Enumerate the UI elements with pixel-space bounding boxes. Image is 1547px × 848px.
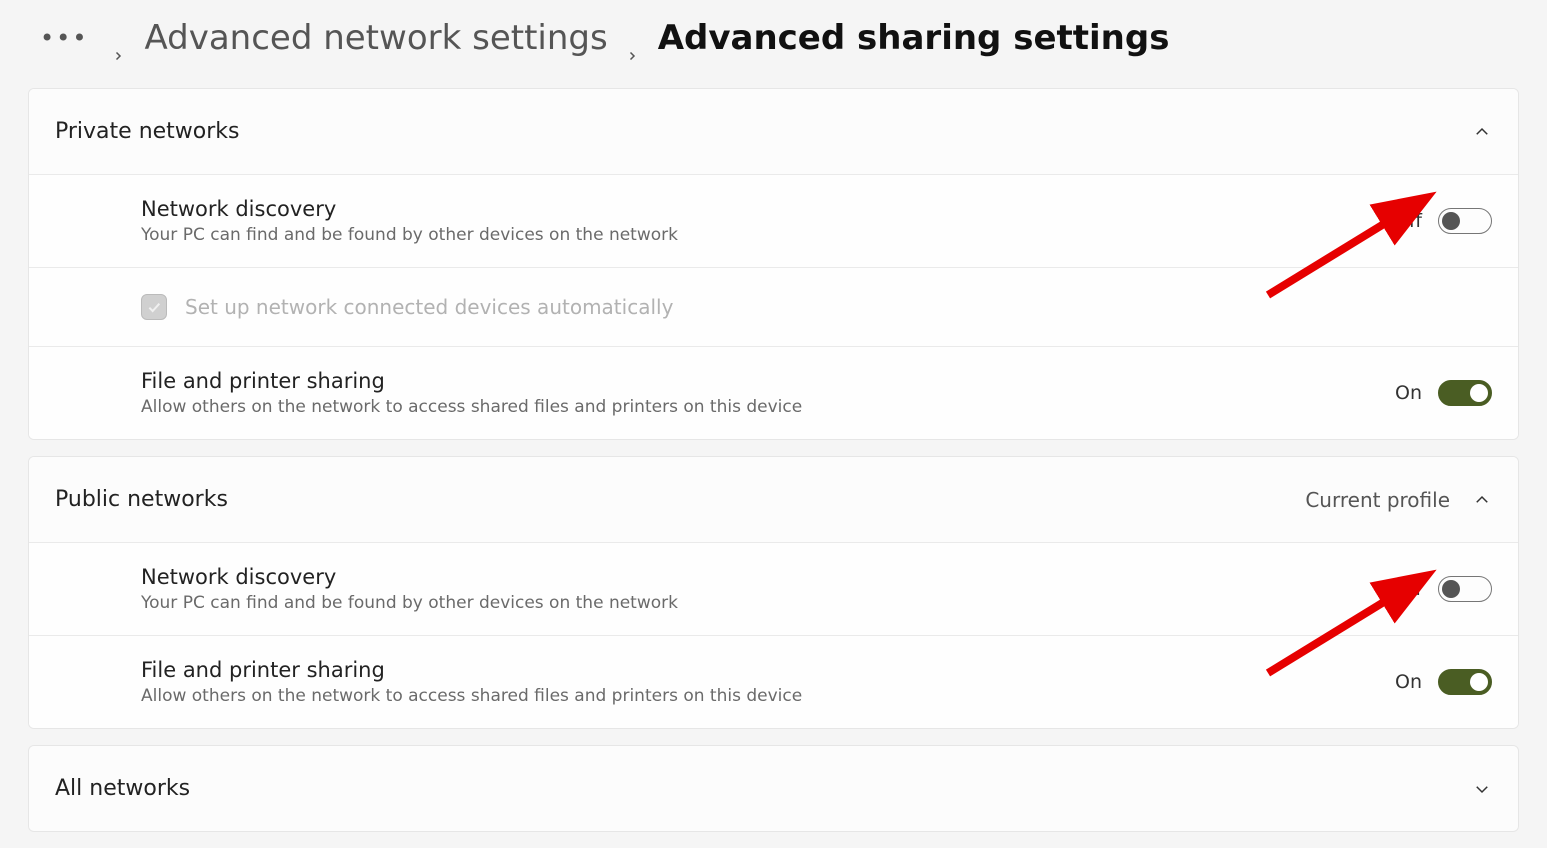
current-profile-tag: Current profile <box>1305 488 1450 512</box>
row-title: Network discovery <box>141 565 678 589</box>
row-description: Allow others on the network to access sh… <box>141 686 802 706</box>
row-public-network-discovery: Network discovery Your PC can find and b… <box>29 543 1518 636</box>
section-public-networks: Public networks Current profile Network … <box>28 456 1519 729</box>
row-title: Network discovery <box>141 197 678 221</box>
network-discovery-toggle[interactable] <box>1438 576 1492 602</box>
chevron-right-icon <box>626 31 640 45</box>
section-title: All networks <box>55 776 190 801</box>
row-private-auto-setup: Set up network connected devices automat… <box>29 268 1518 347</box>
section-title: Private networks <box>55 119 240 144</box>
section-title: Public networks <box>55 487 228 512</box>
breadcrumb: ••• Advanced network settings Advanced s… <box>0 0 1547 88</box>
section-header-all[interactable]: All networks <box>29 746 1518 831</box>
chevron-down-icon <box>1472 779 1492 799</box>
row-public-file-printer-sharing: File and printer sharing Allow others on… <box>29 636 1518 728</box>
chevron-up-icon <box>1472 122 1492 142</box>
file-printer-sharing-toggle[interactable] <box>1438 380 1492 406</box>
chevron-right-icon <box>112 31 126 45</box>
auto-setup-checkbox <box>141 294 167 320</box>
toggle-state-label: Off <box>1394 578 1422 600</box>
row-private-file-printer-sharing: File and printer sharing Allow others on… <box>29 347 1518 439</box>
section-private-networks: Private networks Network discovery Your … <box>28 88 1519 440</box>
section-header-private[interactable]: Private networks <box>29 89 1518 175</box>
row-description: Your PC can find and be found by other d… <box>141 593 678 613</box>
file-printer-sharing-toggle[interactable] <box>1438 669 1492 695</box>
chevron-up-icon <box>1472 490 1492 510</box>
breadcrumb-parent-link[interactable]: Advanced network settings <box>144 18 607 58</box>
breadcrumb-overflow-icon[interactable]: ••• <box>40 24 88 52</box>
network-discovery-toggle[interactable] <box>1438 208 1492 234</box>
section-all-networks: All networks <box>28 745 1519 832</box>
row-title: File and printer sharing <box>141 658 802 682</box>
row-description: Your PC can find and be found by other d… <box>141 225 678 245</box>
toggle-state-label: Off <box>1394 210 1422 232</box>
toggle-state-label: On <box>1395 382 1422 404</box>
auto-setup-label: Set up network connected devices automat… <box>185 295 673 319</box>
row-title: File and printer sharing <box>141 369 802 393</box>
section-header-public[interactable]: Public networks Current profile <box>29 457 1518 543</box>
row-description: Allow others on the network to access sh… <box>141 397 802 417</box>
page-title: Advanced sharing settings <box>658 18 1170 58</box>
toggle-state-label: On <box>1395 671 1422 693</box>
row-private-network-discovery: Network discovery Your PC can find and b… <box>29 175 1518 268</box>
